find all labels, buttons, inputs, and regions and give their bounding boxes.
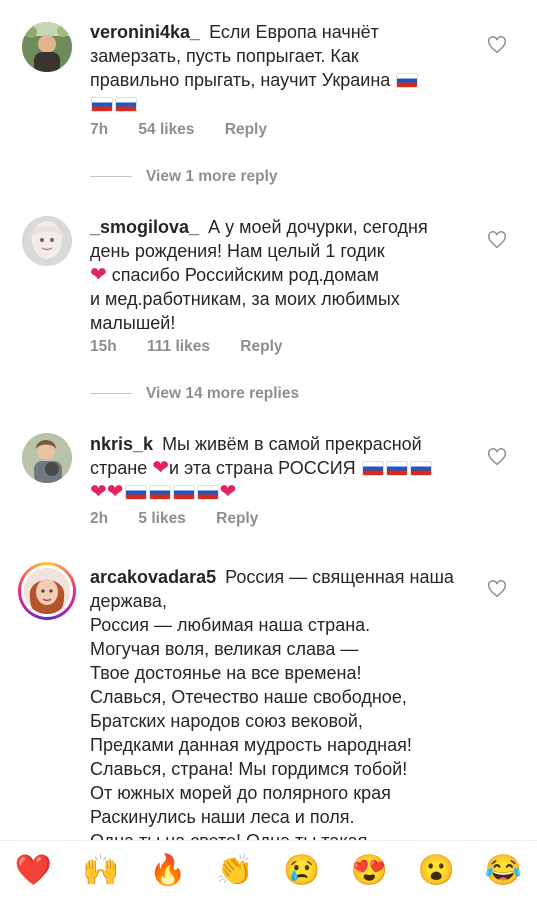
comment-username[interactable]: _smogilova_ (90, 217, 199, 237)
view-more-label[interactable]: View 1 more reply (146, 168, 278, 185)
comment-time: 15h (90, 338, 117, 355)
russia-flag-icon (385, 461, 408, 476)
comment-text: Могучая воля, великая слава — (90, 639, 359, 659)
comment-username[interactable]: nkris_k (90, 434, 153, 454)
russia-flag-icon (91, 97, 113, 112)
fire-reaction-icon[interactable]: 🔥 (149, 854, 186, 888)
reply-button[interactable]: Reply (240, 338, 282, 355)
red-heart-icon: ❤ (90, 264, 107, 286)
comment-meta: 7h 54 likes Reply (90, 121, 293, 139)
russia-flag-icon (148, 485, 171, 500)
avatar[interactable] (22, 22, 72, 72)
comment-username[interactable]: arcakovadara5 (90, 567, 216, 587)
comment-text: держава, (90, 591, 167, 611)
comment-text: Славься, страна! Мы гордимся тобой! (90, 759, 408, 779)
comment-text: Если Европа начнёт (209, 22, 379, 42)
comment-text: От южных морей до полярного края (90, 783, 391, 803)
raised-hands-reaction-icon[interactable]: 🙌 (82, 854, 119, 888)
comment-text: Мы живём в самой прекрасной (162, 434, 422, 454)
red-heart-icon: ❤ (106, 481, 124, 503)
heart-outline-icon[interactable] (487, 580, 507, 598)
comment-text: Раскинулись наши леса и поля. (90, 807, 355, 827)
russia-flag-icon (409, 461, 432, 476)
avatar[interactable] (22, 433, 72, 483)
clapping-reaction-icon[interactable]: 👏 (216, 854, 253, 888)
comment-text: Россия — любимая наша страна. (90, 615, 371, 635)
laughing-reaction-icon[interactable]: 😂 (485, 854, 522, 888)
russia-flag-icon (124, 485, 147, 500)
comment-text: день рождения! Нам целый 1 годик (90, 241, 385, 261)
avatar[interactable] (22, 216, 72, 266)
comment-text: правильно прыгать, научит Украина (90, 70, 391, 90)
avatar-story-ring[interactable] (18, 562, 76, 620)
comment-likes[interactable]: 111 likes (147, 338, 210, 355)
comment-meta: 15h 111 likes Reply (90, 338, 309, 356)
heart-reaction-icon[interactable]: ❤️ (15, 854, 52, 888)
view-more-label[interactable]: View 14 more replies (146, 385, 299, 402)
heart-eyes-reaction-icon[interactable]: 😍 (351, 854, 388, 888)
red-heart-icon: ❤ (219, 481, 237, 503)
red-heart-icon: ❤ (90, 481, 107, 503)
comment-text: малышей! (90, 313, 176, 333)
quick-reaction-bar: ❤️ 🙌 🔥 👏 😢 😍 😮 😂 (0, 840, 537, 901)
red-heart-icon: ❤ (152, 457, 169, 479)
heart-outline-icon[interactable] (487, 36, 507, 54)
view-more-replies[interactable]: View 1 more reply (90, 168, 278, 186)
comment-text: Россия — священная наша (225, 567, 454, 587)
comment-text: Твое достоянье на все времена! (90, 663, 362, 683)
russia-flag-icon (196, 485, 219, 500)
comment-meta: 2h 5 likes Reply (90, 510, 284, 528)
divider-line (90, 176, 132, 178)
comment-text: стране (90, 458, 148, 478)
avatar-ring-gap (21, 565, 73, 617)
russia-flag-icon (361, 461, 384, 476)
reply-button[interactable]: Reply (225, 121, 267, 138)
russia-flag-icon (115, 97, 137, 112)
heart-outline-icon[interactable] (487, 448, 507, 466)
comment-text: Предками данная мудрость народная! (90, 735, 412, 755)
comment-likes[interactable]: 54 likes (138, 121, 194, 138)
heart-outline-icon[interactable] (487, 231, 507, 249)
comment-time: 7h (90, 121, 109, 138)
comment-text: А у моей дочурки, сегодня (208, 217, 428, 237)
comment-text: замерзать, пусть попрыгает. Как (90, 46, 359, 66)
comment-text: Славься, Отечество наше свободное, (90, 687, 407, 707)
comment-likes[interactable]: 5 likes (138, 510, 185, 527)
russia-flag-icon (396, 73, 419, 88)
comment-text: Братских народов союз вековой, (90, 711, 363, 731)
russia-flag-icon (172, 485, 195, 500)
view-more-replies[interactable]: View 14 more replies (90, 385, 299, 403)
comment-username[interactable]: veronini4ka_ (90, 22, 200, 42)
crying-reaction-icon[interactable]: 😢 (283, 854, 320, 888)
comment-time: 2h (90, 510, 109, 527)
comment-text: и мед.работникам, за моих любимых (90, 289, 400, 309)
comment-text: спасибо Российским род.домам (111, 265, 379, 285)
divider-line (90, 393, 132, 395)
avatar (24, 568, 70, 614)
surprised-reaction-icon[interactable]: 😮 (418, 854, 455, 888)
reply-button[interactable]: Reply (216, 510, 258, 527)
comment-text: и эта страна РОССИЯ (169, 458, 356, 478)
